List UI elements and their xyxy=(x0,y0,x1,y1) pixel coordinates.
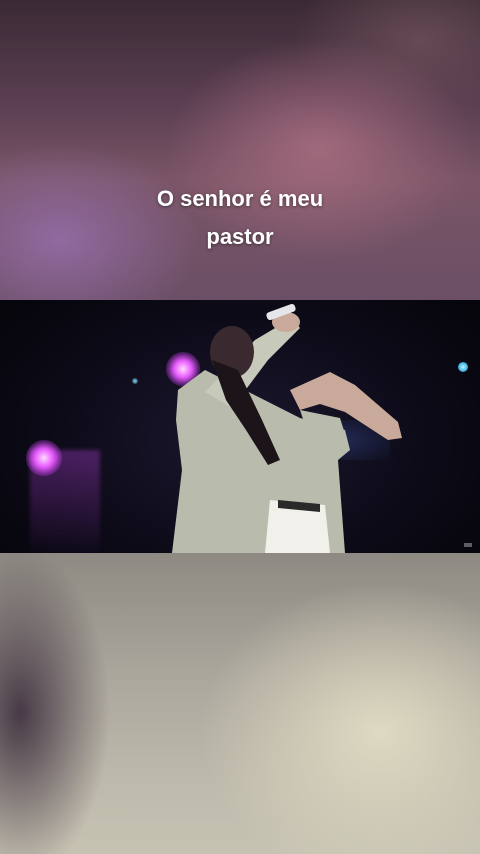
blurred-backdrop-bottom xyxy=(0,553,480,854)
video-watermark xyxy=(464,543,472,547)
caption-line-2: pastor xyxy=(206,224,274,249)
video-frame[interactable] xyxy=(0,300,480,553)
story-caption: O senhor é meu pastor xyxy=(0,180,480,256)
caption-line-1: O senhor é meu xyxy=(156,186,324,211)
performer-figure xyxy=(172,303,402,553)
story-view[interactable]: O senhor é meu pastor xyxy=(0,0,480,854)
